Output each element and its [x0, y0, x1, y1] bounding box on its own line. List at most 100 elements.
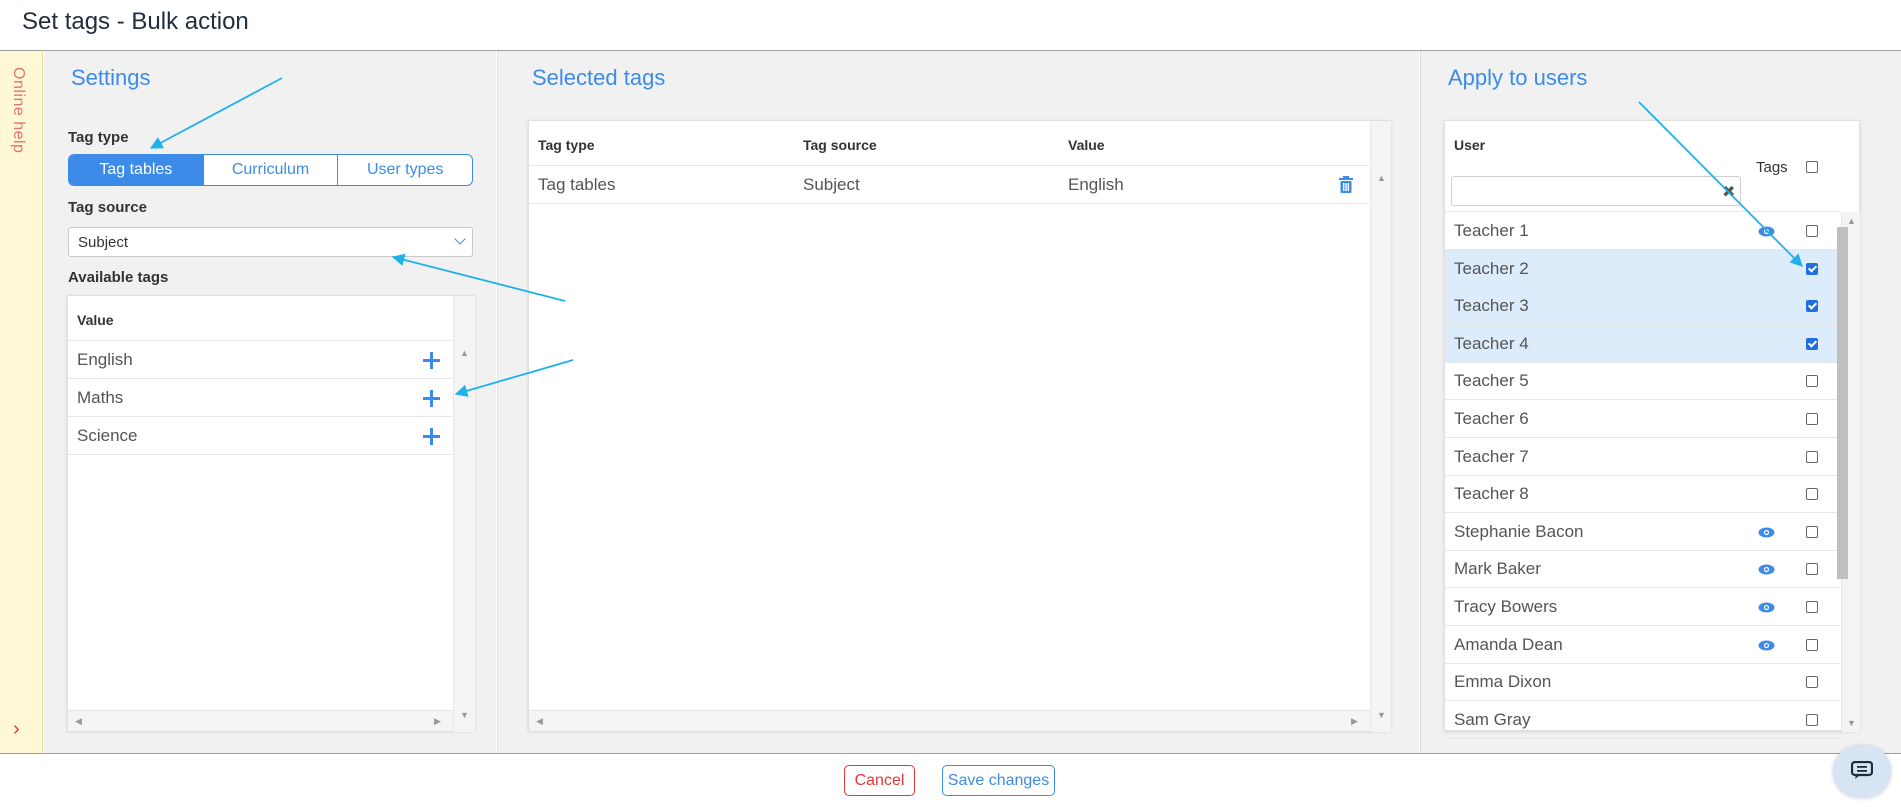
- selected-tags-title: Selected tags: [532, 65, 666, 90]
- chevron-down-icon: [454, 233, 466, 245]
- user-row[interactable]: Sam Gray: [1445, 701, 1840, 739]
- user-select-checkbox[interactable]: [1806, 676, 1818, 689]
- user-select-checkbox[interactable]: [1806, 413, 1818, 425]
- online-help-label[interactable]: Online help: [9, 67, 27, 153]
- user-name: Teacher 3: [1454, 296, 1529, 316]
- user-row[interactable]: Teacher 5: [1445, 362, 1840, 401]
- user-row[interactable]: Teacher 8: [1445, 475, 1840, 514]
- add-tag-icon[interactable]: [423, 390, 440, 407]
- eye-icon[interactable]: [1758, 602, 1775, 613]
- vertical-scrollbar[interactable]: ▲ ▼: [1370, 121, 1391, 732]
- user-select-checkbox[interactable]: [1806, 300, 1818, 313]
- user-select-checkbox[interactable]: [1806, 375, 1818, 388]
- chat-icon: [1851, 761, 1873, 779]
- scroll-down-arrow-icon[interactable]: ▼: [1847, 718, 1856, 728]
- user-name: Teacher 7: [1454, 446, 1529, 466]
- apply-to-users-title: Apply to users: [1448, 65, 1588, 90]
- tag-type-tag-tables-button[interactable]: Tag tables: [69, 155, 204, 185]
- add-tag-icon[interactable]: [423, 428, 440, 445]
- user-row[interactable]: Teacher 7: [1445, 438, 1840, 476]
- user-name: Tracy Bowers: [1454, 597, 1558, 616]
- eye-icon[interactable]: [1758, 564, 1775, 575]
- user-select-checkbox[interactable]: [1806, 563, 1818, 576]
- scroll-left-arrow-icon[interactable]: ◀: [75, 716, 82, 726]
- user-name: Teacher 1: [1454, 221, 1529, 240]
- user-row[interactable]: Teacher 2: [1445, 249, 1840, 288]
- user-select-checkbox[interactable]: [1806, 601, 1818, 613]
- eye-icon[interactable]: [1758, 226, 1775, 237]
- user-row[interactable]: Mark Baker: [1445, 550, 1840, 589]
- user-name: Stephanie Bacon: [1454, 521, 1584, 541]
- footer: Cancel Save changes: [0, 753, 1901, 807]
- clear-search-icon[interactable]: ✖: [1722, 182, 1735, 202]
- tag-value: English: [77, 350, 133, 369]
- eye-icon[interactable]: [1758, 640, 1775, 651]
- scroll-right-arrow-icon[interactable]: ▶: [434, 716, 441, 726]
- selected-tags-header: Tag type Tag source Value: [529, 121, 1369, 166]
- scroll-up-arrow-icon[interactable]: ▲: [460, 348, 469, 358]
- tag-type-curriculum-button[interactable]: Curriculum: [204, 155, 339, 185]
- user-row[interactable]: Teacher 1: [1445, 212, 1840, 250]
- column-header-value: Value: [1068, 137, 1105, 153]
- scroll-up-arrow-icon[interactable]: ▲: [1847, 216, 1856, 226]
- chevron-right-icon[interactable]: ›: [13, 719, 20, 739]
- tag-source-label: Tag source: [68, 199, 147, 216]
- user-select-checkbox[interactable]: [1806, 262, 1818, 275]
- user-name: Teacher 5: [1454, 371, 1529, 391]
- save-changes-button[interactable]: Save changes: [942, 765, 1055, 796]
- user-select-checkbox[interactable]: [1806, 337, 1818, 350]
- column-header-tag-source: Tag source: [803, 137, 877, 153]
- column-header-tags: Tags: [1756, 159, 1788, 176]
- column-header-user: User: [1454, 137, 1486, 153]
- list-item: English: [68, 341, 452, 379]
- scroll-down-arrow-icon[interactable]: ▼: [460, 710, 469, 720]
- available-tags-header: Value: [68, 296, 452, 341]
- scroll-right-arrow-icon[interactable]: ▶: [1351, 716, 1358, 726]
- user-select-checkbox[interactable]: [1806, 450, 1818, 463]
- user-name: Amanda Dean: [1454, 634, 1563, 654]
- chat-widget-button[interactable]: [1833, 745, 1891, 797]
- user-row[interactable]: Stephanie Bacon: [1445, 513, 1840, 551]
- user-name: Sam Gray: [1454, 709, 1531, 729]
- user-row[interactable]: Teacher 6: [1445, 400, 1840, 438]
- scroll-left-arrow-icon[interactable]: ◀: [536, 716, 543, 726]
- user-select-checkbox[interactable]: [1806, 525, 1818, 538]
- tag-source-select[interactable]: Subject: [68, 227, 473, 257]
- page-title: Set tags - Bulk action: [22, 8, 249, 35]
- user-name: Mark Baker: [1454, 559, 1541, 579]
- user-select-checkbox[interactable]: [1806, 225, 1818, 237]
- settings-panel: Settings Tag type Tag tables Curriculum …: [44, 51, 496, 753]
- online-help-panel[interactable]: Online help ›: [0, 51, 43, 753]
- list-item: Science: [68, 417, 452, 455]
- list-item: Maths: [68, 379, 452, 417]
- tag-type-cell: Tag tables: [538, 175, 616, 194]
- vertical-scrollbar[interactable]: ▲ ▼: [453, 296, 475, 732]
- user-row[interactable]: Emma Dixon: [1445, 663, 1840, 702]
- add-tag-icon[interactable]: [423, 352, 440, 369]
- column-header-tag-type: Tag type: [538, 137, 595, 153]
- user-row[interactable]: Teacher 3: [1445, 287, 1840, 326]
- trash-icon[interactable]: [1339, 176, 1353, 193]
- user-row[interactable]: Amanda Dean: [1445, 626, 1840, 664]
- user-select-checkbox[interactable]: [1806, 713, 1818, 726]
- tag-value: Science: [77, 426, 138, 445]
- tag-type-user-types-button[interactable]: User types: [338, 155, 472, 185]
- eye-icon[interactable]: [1758, 527, 1775, 538]
- selected-tags-panel: Selected tags Tag type Tag source Value …: [497, 51, 1419, 753]
- user-select-checkbox[interactable]: [1806, 488, 1818, 501]
- user-row[interactable]: Tracy Bowers: [1445, 588, 1840, 626]
- horizontal-scrollbar[interactable]: ◀ ▶: [68, 710, 453, 731]
- user-select-checkbox[interactable]: [1806, 638, 1818, 651]
- scroll-up-arrow-icon[interactable]: ▲: [1377, 173, 1386, 183]
- cancel-button[interactable]: Cancel: [844, 765, 915, 796]
- horizontal-scrollbar[interactable]: ◀ ▶: [529, 710, 1370, 731]
- select-all-checkbox[interactable]: [1806, 161, 1818, 173]
- page-header: Set tags - Bulk action: [0, 0, 1901, 51]
- scroll-down-arrow-icon[interactable]: ▼: [1377, 710, 1386, 720]
- user-name: Teacher 8: [1454, 484, 1529, 504]
- user-name: Teacher 6: [1454, 409, 1529, 428]
- user-search-input[interactable]: [1451, 176, 1741, 206]
- user-row[interactable]: Teacher 4: [1445, 324, 1840, 363]
- tag-value: Maths: [77, 388, 124, 407]
- scrollbar-thumb[interactable]: [1837, 227, 1848, 579]
